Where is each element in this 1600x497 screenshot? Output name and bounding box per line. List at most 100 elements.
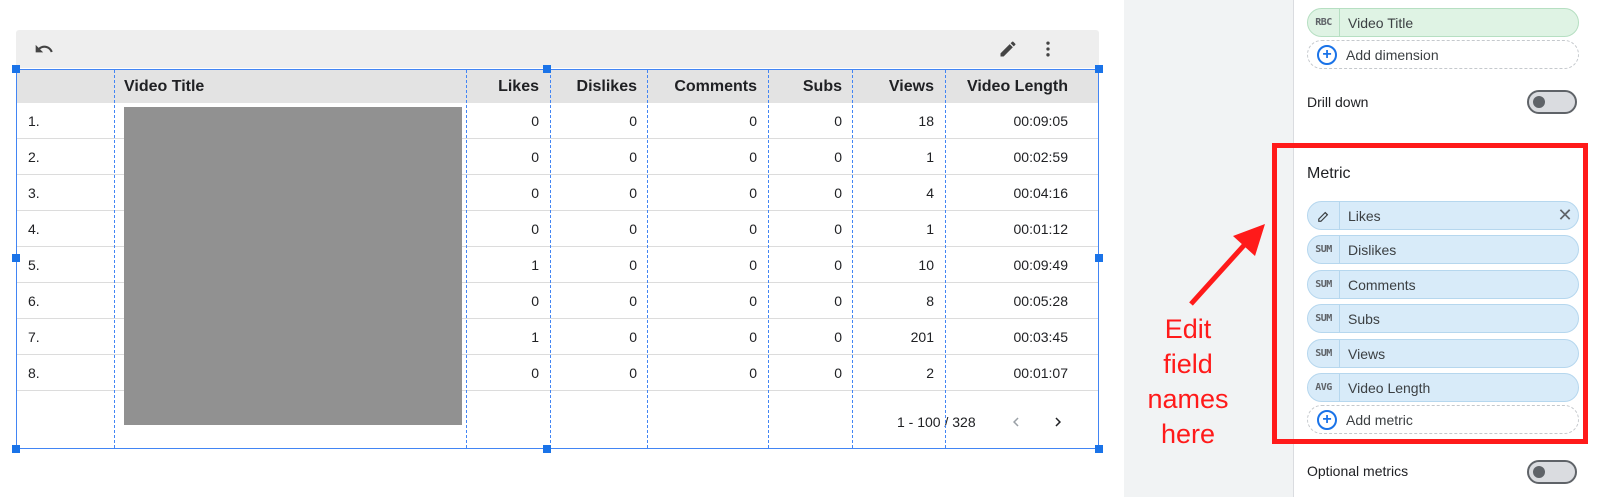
- annotation-arrow-icon: [1189, 224, 1265, 306]
- subs-cell: 0: [834, 113, 842, 129]
- subs-cell: 0: [834, 365, 842, 381]
- column-header-video-title[interactable]: Video Title: [124, 70, 204, 103]
- row-number: 8.: [28, 365, 40, 381]
- add-metric-label: Add metric: [1346, 411, 1413, 428]
- add-dimension-button[interactable]: + Add dimension: [1307, 40, 1579, 69]
- aggregation-badge[interactable]: SUM: [1308, 340, 1340, 367]
- dislikes-cell: 0: [629, 257, 637, 273]
- video-length-cell: 00:02:59: [1013, 149, 1069, 165]
- video-table[interactable]: Video Title Likes Dislikes Comments Subs…: [16, 69, 1099, 449]
- aggregation-badge[interactable]: SUM: [1308, 305, 1340, 332]
- annotation-line: Edit: [1164, 314, 1212, 344]
- resize-handle[interactable]: [1095, 445, 1103, 453]
- subs-cell: 0: [834, 185, 842, 201]
- add-metric-button[interactable]: + Add metric: [1307, 405, 1579, 434]
- column-header-dislikes[interactable]: Dislikes: [551, 70, 637, 103]
- dimension-chip-label: Video Title: [1348, 14, 1414, 31]
- metric-chip-comments[interactable]: SUM Comments: [1307, 270, 1579, 299]
- comments-cell: 0: [647, 391, 757, 403]
- subs-cell: 0: [834, 329, 842, 345]
- aggregation-badge[interactable]: SUM: [1308, 236, 1340, 263]
- close-icon[interactable]: ✕: [1552, 205, 1578, 226]
- dimension-chip-video-title[interactable]: RBC Video Title: [1307, 8, 1579, 37]
- resize-handle[interactable]: [12, 445, 20, 453]
- column-header-comments[interactable]: Comments: [647, 70, 757, 103]
- aggregation-badge[interactable]: AVG: [1308, 374, 1340, 401]
- undo-icon[interactable]: [34, 39, 54, 59]
- row-number: 7.: [28, 329, 40, 345]
- likes-cell: 0: [531, 365, 539, 381]
- video-length-cell: 00:01:12: [1013, 221, 1069, 237]
- video-title-redacted-block: [124, 107, 462, 425]
- comments-cell: 0: [749, 113, 757, 129]
- video-length-cell: 00:03:45: [1013, 329, 1069, 345]
- subs-cell: 0: [834, 257, 842, 273]
- aggregation-badge[interactable]: SUM: [1308, 271, 1340, 298]
- comments-cell: 0: [749, 221, 757, 237]
- resize-handle[interactable]: [543, 65, 551, 73]
- metric-chip-video-length[interactable]: AVG Video Length: [1307, 373, 1579, 402]
- metric-chip-dislikes[interactable]: SUM Dislikes: [1307, 235, 1579, 264]
- dislikes-cell: 0: [629, 221, 637, 237]
- resize-handle[interactable]: [12, 65, 20, 73]
- drill-down-toggle[interactable]: [1527, 90, 1577, 114]
- toggle-knob: [1533, 96, 1545, 108]
- metric-chip-subs[interactable]: SUM Subs: [1307, 304, 1579, 333]
- comments-cell: 0: [749, 149, 757, 165]
- row-number: 5.: [28, 257, 40, 273]
- pencil-icon[interactable]: [1308, 202, 1340, 229]
- chevron-right-icon[interactable]: [1049, 413, 1067, 431]
- column-header-likes[interactable]: Likes: [467, 70, 539, 103]
- pagination-label: 1 - 100 / 328: [897, 414, 976, 430]
- column-header-views[interactable]: Views: [853, 70, 934, 103]
- row-number: 2.: [28, 149, 40, 165]
- table-toolbar: [16, 30, 1099, 68]
- subs-cell: 0: [834, 293, 842, 309]
- dislikes-cell: 0: [629, 329, 637, 345]
- row-number: 9.: [28, 391, 40, 403]
- comments-cell: 0: [749, 365, 757, 381]
- subs-cell: 0: [769, 391, 842, 403]
- optional-metrics-label: Optional metrics: [1307, 463, 1409, 479]
- likes-cell: 0: [531, 185, 539, 201]
- resize-handle[interactable]: [12, 254, 20, 262]
- toggle-knob: [1533, 466, 1545, 478]
- dislikes-cell: 0: [629, 365, 637, 381]
- comments-cell: 0: [749, 329, 757, 345]
- likes-cell: 0: [531, 149, 539, 165]
- video-length-cell: 00:01:41: [945, 391, 1069, 403]
- metric-chip-label: Video Length: [1348, 379, 1431, 396]
- dislikes-cell: 0: [551, 391, 637, 403]
- views-cell: 1: [926, 149, 934, 165]
- column-header-video-length[interactable]: Video Length: [945, 70, 1068, 103]
- metric-chip-label: Subs: [1348, 310, 1380, 327]
- video-length-cell: 00:01:07: [1013, 365, 1069, 381]
- views-cell: 18: [918, 113, 934, 129]
- views-cell: 4: [853, 391, 934, 403]
- subs-cell: 0: [834, 149, 842, 165]
- likes-cell: 0: [467, 391, 539, 403]
- annotation-line: field: [1163, 349, 1213, 379]
- row-number: 4.: [28, 221, 40, 237]
- add-circle-icon: +: [1317, 409, 1337, 430]
- views-cell: 4: [926, 185, 934, 201]
- metric-chip-label: Comments: [1348, 276, 1416, 293]
- column-header-subs[interactable]: Subs: [769, 70, 842, 103]
- likes-cell: 0: [531, 113, 539, 129]
- pencil-icon[interactable]: [998, 39, 1018, 59]
- views-cell: 2: [926, 365, 934, 381]
- metric-section-title: Metric: [1307, 165, 1351, 182]
- optional-metrics-toggle[interactable]: [1527, 460, 1577, 484]
- more-vert-icon[interactable]: [1038, 39, 1058, 59]
- annotation-text: Edit field names here: [1128, 312, 1248, 452]
- chevron-left-icon[interactable]: [1007, 413, 1025, 431]
- video-length-cell: 00:09:49: [1013, 257, 1069, 273]
- resize-handle[interactable]: [1095, 65, 1103, 73]
- views-cell: 1: [926, 221, 934, 237]
- metric-chip-label: Likes: [1348, 207, 1381, 224]
- resize-handle[interactable]: [543, 445, 551, 453]
- views-cell: 8: [926, 293, 934, 309]
- resize-handle[interactable]: [1095, 254, 1103, 262]
- metric-chip-likes[interactable]: Likes ✕: [1307, 201, 1579, 230]
- metric-chip-views[interactable]: SUM Views: [1307, 339, 1579, 368]
